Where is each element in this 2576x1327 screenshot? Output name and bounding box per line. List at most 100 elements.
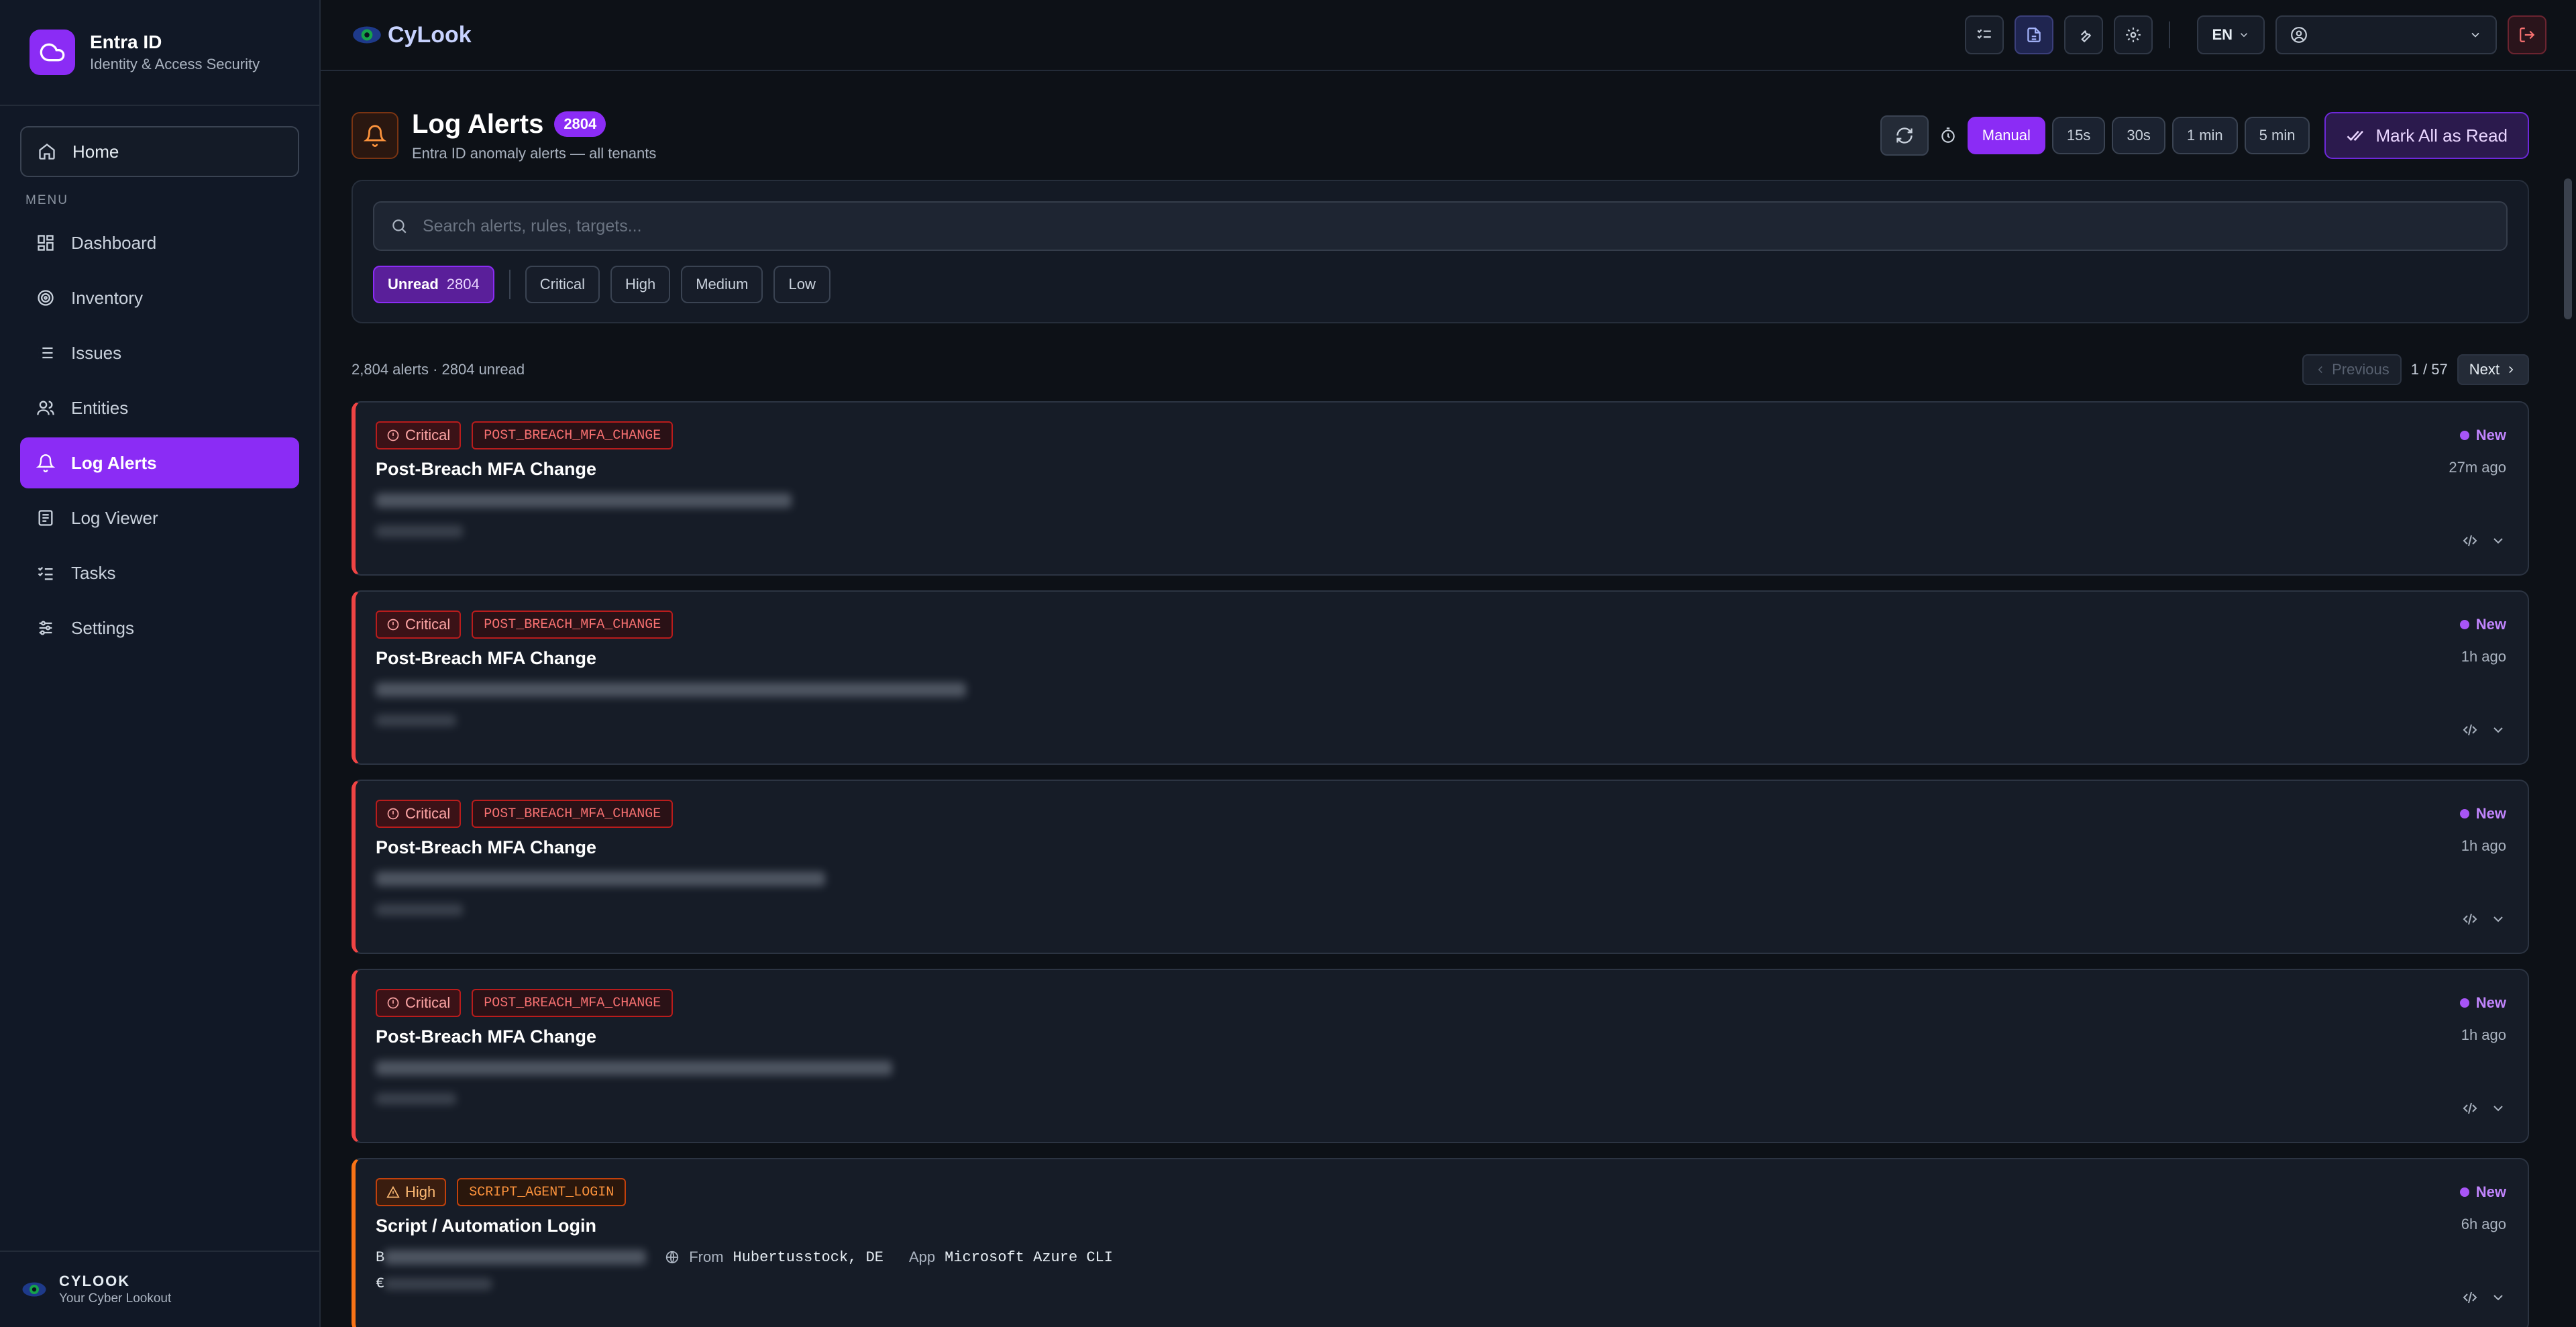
refresh-manual[interactable]: Manual (1967, 117, 2045, 154)
status-badge: New (2459, 427, 2506, 444)
alert-summary: 2,804 alerts · 2804 unread (352, 361, 525, 378)
rule-badge: POST_BREACH_MFA_CHANGE (472, 611, 674, 639)
code-icon[interactable] (2462, 911, 2478, 927)
sidebar-item-inventory[interactable]: Inventory (20, 272, 299, 323)
filter-unread[interactable]: Unread 2804 (373, 266, 494, 303)
double-check-icon (2347, 130, 2364, 142)
chevron-right-icon (2509, 366, 2514, 374)
filter-critical[interactable]: Critical (525, 266, 600, 303)
status-label: New (2475, 616, 2506, 633)
sidebar-item-label: Home (72, 141, 119, 162)
sidebar-item-label: Inventory (71, 287, 143, 308)
alert-card[interactable]: Critical POST_BREACH_MFA_CHANGE New Post… (352, 590, 2529, 765)
sidebar-item-issues[interactable]: Issues (20, 327, 299, 378)
task-list-button[interactable] (1965, 15, 2004, 54)
topbar-actions: EN (1965, 15, 2546, 54)
alert-card[interactable]: Critical POST_BREACH_MFA_CHANGE New Post… (352, 401, 2529, 576)
search-input[interactable]: Search alerts, rules, targets... (373, 201, 2508, 251)
sidebar-item-log-viewer[interactable]: Log Viewer (20, 492, 299, 543)
alert-card[interactable]: Critical POST_BREACH_MFA_CHANGE New Post… (352, 969, 2529, 1143)
document-button[interactable] (2015, 15, 2054, 54)
cylook-eye-icon (22, 1282, 46, 1297)
alert-title: Post-Breach MFA Change (376, 459, 597, 479)
from-label: From (689, 1249, 724, 1265)
sidebar-item-dashboard[interactable]: Dashboard (20, 217, 299, 268)
mark-all-read-button[interactable]: Mark All as Read (2324, 112, 2529, 159)
chevron-down-icon (2240, 33, 2248, 38)
code-icon[interactable] (2462, 1100, 2478, 1116)
refresh-button[interactable] (1880, 115, 1929, 156)
second-prefix: € (376, 1275, 385, 1292)
bell-icon (36, 454, 55, 472)
alert-title: Post-Breach MFA Change (376, 648, 597, 668)
code-icon[interactable] (2462, 722, 2478, 738)
status-badge: New (2459, 805, 2506, 822)
alert-meta: B From Hubertusstock, DE App Microsoft A… (376, 1249, 2506, 1266)
chevron-down-icon[interactable] (2490, 1100, 2506, 1116)
home-icon (39, 144, 55, 160)
redacted-details (376, 682, 966, 697)
filter-high[interactable]: High (610, 266, 671, 303)
logo-text: CyLook (388, 21, 472, 48)
refresh-icon (1896, 127, 1913, 144)
sidebar-item-entities[interactable]: Entities (20, 382, 299, 433)
next-button[interactable]: Next (2457, 354, 2529, 385)
language-select[interactable]: EN (2197, 15, 2265, 54)
filter-medium[interactable]: Medium (681, 266, 763, 303)
status-dot (2459, 620, 2469, 629)
code-icon[interactable] (2462, 1289, 2478, 1306)
filter-low[interactable]: Low (773, 266, 830, 303)
refresh-15s[interactable]: 15s (2051, 117, 2106, 154)
app-root: Entra ID Identity & Access Security Home… (0, 0, 2576, 1327)
chevron-down-icon[interactable] (2490, 1289, 2506, 1306)
scrollbar-thumb[interactable] (2564, 178, 2572, 319)
alert-card[interactable]: Critical POST_BREACH_MFA_CHANGE New Post… (352, 780, 2529, 954)
logout-icon (2520, 28, 2535, 42)
sidebar-item-label: Settings (71, 617, 134, 638)
chevron-down-icon[interactable] (2490, 722, 2506, 738)
warning-triangle-icon (386, 1185, 400, 1198)
user-circle-icon (2291, 27, 2307, 43)
alert-card[interactable]: High SCRIPT_AGENT_LOGIN New Script / Aut… (352, 1158, 2529, 1327)
divider (508, 270, 511, 299)
user-menu[interactable] (2275, 15, 2497, 54)
sidebar-item-settings[interactable]: Settings (20, 602, 299, 653)
sidebar: Entra ID Identity & Access Security Home… (0, 0, 321, 1327)
code-icon[interactable] (2462, 533, 2478, 549)
filter-panel: Search alerts, rules, targets... Unread … (352, 180, 2529, 323)
severity-badge: Critical (376, 421, 462, 449)
settings-button[interactable] (2114, 15, 2153, 54)
tools-button[interactable] (2064, 15, 2104, 54)
status-dot (2459, 809, 2469, 818)
cylook-eye-icon (353, 26, 381, 44)
sidebar-footer: CYLOOK Your Cyber Lookout (0, 1251, 319, 1327)
list-meta: 2,804 alerts · 2804 unread Previous 1 / … (352, 354, 2529, 385)
chevron-down-icon[interactable] (2490, 911, 2506, 927)
sidebar-item-log-alerts[interactable]: Log Alerts (20, 437, 299, 488)
user-prefix: B (376, 1249, 385, 1266)
logout-button[interactable] (2508, 15, 2546, 54)
refresh-1min[interactable]: 1 min (2171, 117, 2238, 154)
page-title: Log Alerts (412, 109, 544, 139)
status-dot (2459, 998, 2469, 1008)
sidebar-item-home[interactable]: Home (20, 126, 299, 177)
previous-button[interactable]: Previous (2302, 354, 2402, 385)
app-label: App (908, 1249, 936, 1265)
tasks-icon (38, 567, 53, 580)
cylook-logo[interactable]: CyLook (350, 18, 472, 52)
sidebar-nav: Home MENU Dashboard Inventory Issues Ent… (0, 106, 319, 678)
sidebar-item-tasks[interactable]: Tasks (20, 547, 299, 598)
pagination: Previous 1 / 57 Next (2302, 354, 2529, 385)
chevron-down-icon (2471, 32, 2479, 38)
list-icon (38, 347, 53, 359)
redacted-details (376, 525, 463, 537)
chevron-down-icon[interactable] (2490, 533, 2506, 549)
sidebar-item-label: Tasks (71, 562, 116, 583)
refresh-30s[interactable]: 30s (2112, 117, 2165, 154)
status-dot (2459, 1187, 2469, 1197)
filter-unread-count: 2804 (446, 276, 480, 293)
filter-unread-label: Unread (388, 276, 439, 293)
sidebar-item-label: Dashboard (71, 232, 157, 253)
redacted-details (376, 714, 456, 727)
refresh-5min[interactable]: 5 min (2244, 117, 2310, 154)
